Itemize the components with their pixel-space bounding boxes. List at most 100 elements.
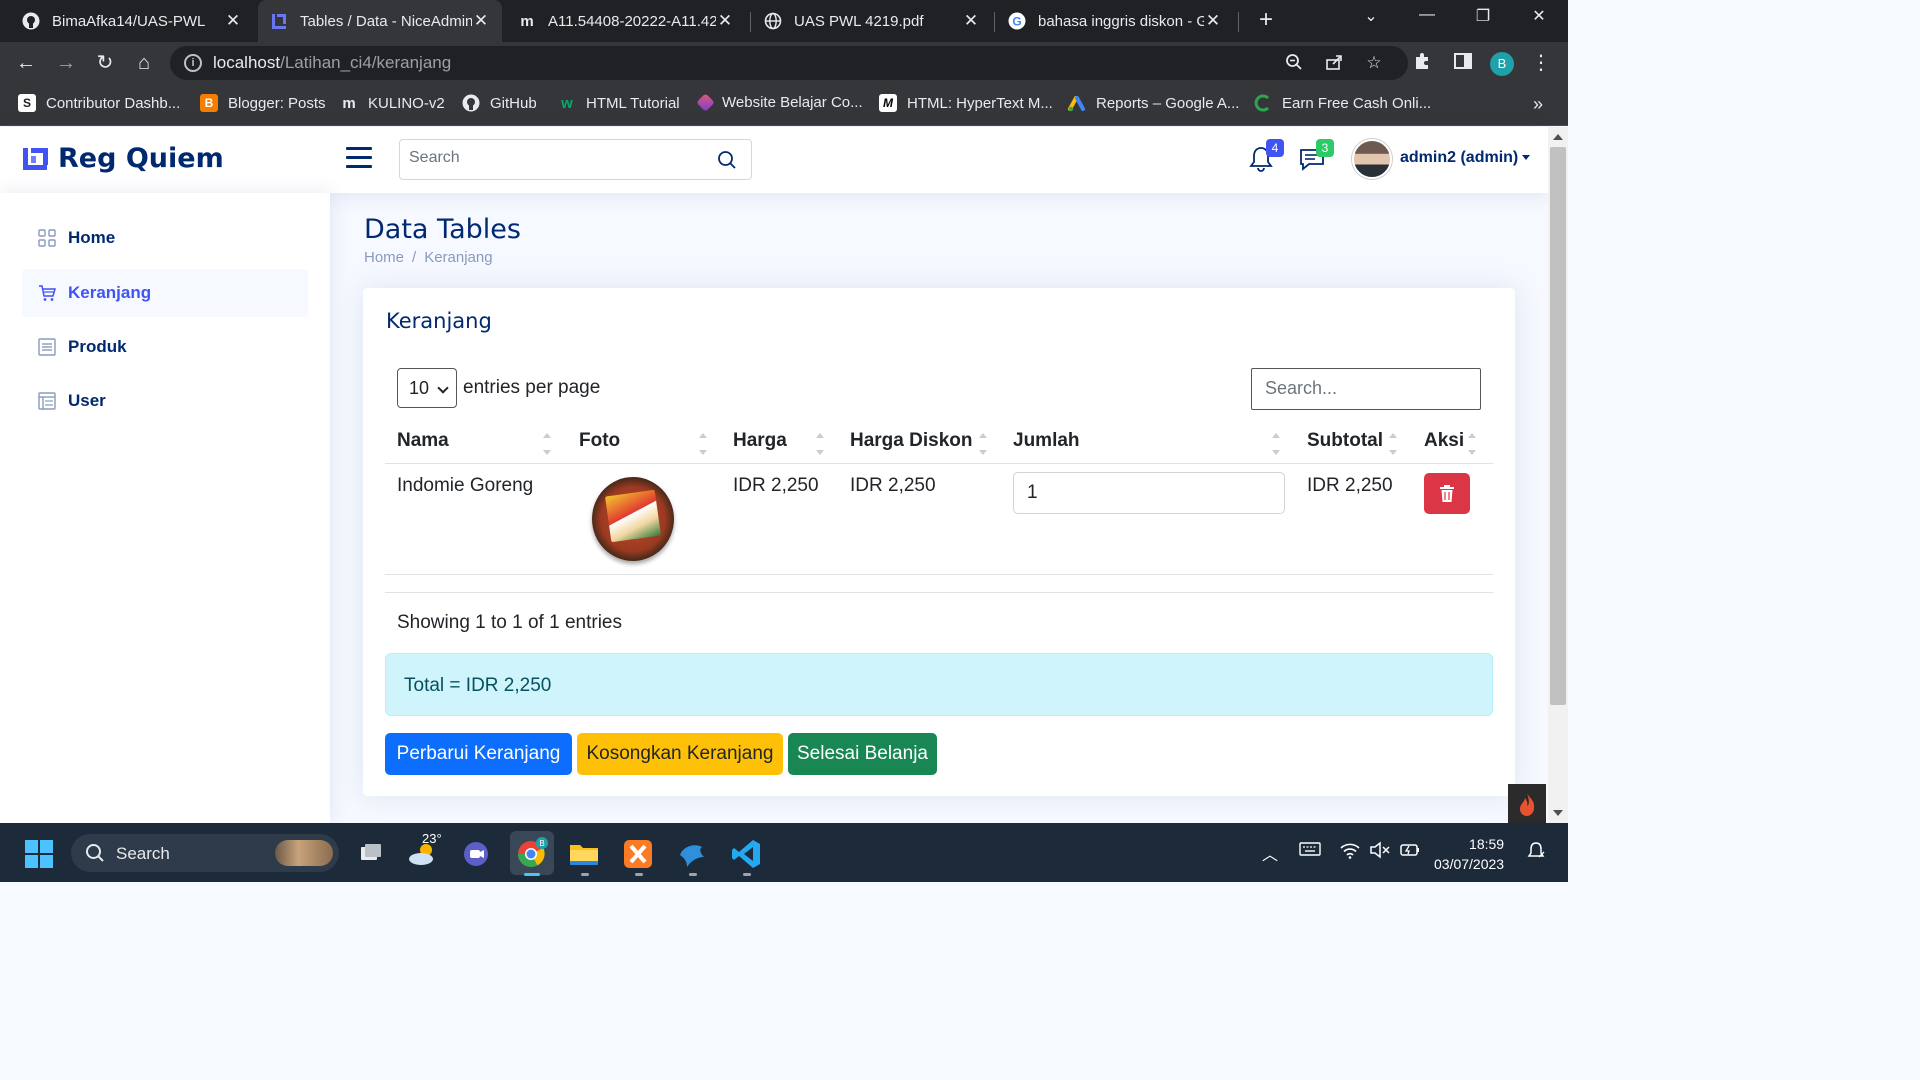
running-indicator <box>581 873 589 876</box>
bookmark-item[interactable]: GitHub <box>462 94 537 112</box>
forward-arrow-icon[interactable]: → <box>54 51 78 75</box>
side-panel-icon[interactable] <box>1451 51 1475 75</box>
close-icon[interactable]: ✕ <box>224 11 242 31</box>
close-icon[interactable]: ✕ <box>716 11 734 31</box>
messages-button[interactable]: 3 <box>1298 139 1334 173</box>
close-icon[interactable]: ✕ <box>472 11 490 31</box>
sort-icon[interactable] <box>816 433 824 455</box>
sidebar-item-user[interactable]: User <box>22 377 308 425</box>
speaker-muted-icon[interactable] <box>1369 841 1391 864</box>
kebab-menu-icon[interactable]: ⋮ <box>1529 51 1553 75</box>
teams-chat-icon[interactable] <box>459 837 493 871</box>
user-dropdown[interactable]: admin2 (admin) <box>1400 149 1531 167</box>
bookmark-item[interactable]: B Blogger: Posts <box>200 94 326 112</box>
chevron-up-icon[interactable]: ︿ <box>1262 841 1278 865</box>
checkout-button[interactable]: Selesai Belanja <box>788 733 937 775</box>
breadcrumb: Home / Keranjang <box>364 249 493 266</box>
profile-avatar[interactable]: B <box>1490 52 1514 76</box>
scroll-down-arrow-icon[interactable] <box>1553 810 1563 816</box>
clear-cart-button[interactable]: Kosongkan Keranjang <box>577 733 783 775</box>
more-bookmarks-chevron[interactable]: » <box>1533 94 1543 115</box>
column-header-nama[interactable]: Nama <box>397 430 449 452</box>
bookmark-item[interactable]: M HTML: HyperText M... <box>879 94 1053 112</box>
site-info-icon[interactable]: i <box>184 54 202 72</box>
close-icon[interactable]: ✕ <box>962 11 980 31</box>
column-header-aksi[interactable]: Aksi <box>1424 430 1464 452</box>
bookmark-item[interactable]: Reports – Google A... <box>1068 94 1239 112</box>
notification-center-icon[interactable] <box>1526 841 1546 866</box>
share-icon[interactable] <box>1324 53 1344 73</box>
fire-icon[interactable] <box>1508 784 1546 824</box>
browser-tab[interactable]: G bahasa inggris diskon - G ✕ <box>996 0 1234 42</box>
restore-icon[interactable]: ❐ <box>1468 6 1498 26</box>
address-bar[interactable]: i localhost/Latihan_ci4/keranjang ☆ <box>170 46 1408 80</box>
bookmark-item[interactable]: S Contributor Dashb... <box>18 94 180 112</box>
bookmark-star-icon[interactable]: ☆ <box>1364 53 1384 73</box>
system-clock[interactable]: 18:59 03/07/2023 <box>1434 834 1504 874</box>
blogger-icon: B <box>200 94 218 112</box>
notifications-badge: 4 <box>1266 139 1284 157</box>
browser-tab[interactable]: UAS PWL 4219.pdf ✕ <box>752 0 992 42</box>
table-row-divider <box>385 574 1493 575</box>
keyboard-icon[interactable] <box>1299 841 1321 862</box>
zoom-icon[interactable] <box>1284 53 1304 73</box>
xampp-icon[interactable] <box>621 837 655 871</box>
update-cart-button[interactable]: Perbarui Keranjang <box>385 733 572 775</box>
taskbar-search[interactable]: Search <box>71 834 339 872</box>
file-explorer-icon[interactable] <box>567 837 601 871</box>
sort-icon[interactable] <box>699 433 707 455</box>
sidebar-item-produk[interactable]: Produk <box>22 323 308 371</box>
sort-icon[interactable] <box>1272 433 1280 455</box>
windows-start-icon[interactable] <box>25 840 53 868</box>
column-header-subtotal[interactable]: Subtotal <box>1307 430 1383 452</box>
sort-icon[interactable] <box>1389 433 1397 455</box>
sort-icon[interactable] <box>543 433 551 455</box>
sort-icon[interactable] <box>1468 433 1476 455</box>
avatar[interactable] <box>1352 139 1392 179</box>
battery-icon[interactable] <box>1399 841 1421 864</box>
trash-icon <box>1440 485 1454 502</box>
quantity-input[interactable]: 1 <box>1013 472 1285 514</box>
reload-icon[interactable]: ↻ <box>93 51 117 75</box>
bookmark-item[interactable]: Earn Free Cash Onli... <box>1254 94 1431 112</box>
column-header-foto[interactable]: Foto <box>579 430 620 452</box>
scroll-up-arrow-icon[interactable] <box>1553 134 1563 140</box>
breadcrumb-home[interactable]: Home <box>364 249 404 266</box>
chrome-icon[interactable]: B <box>510 831 554 875</box>
browser-tab-active[interactable]: Tables / Data - NiceAdmin ✕ <box>258 0 502 42</box>
home-icon[interactable]: ⌂ <box>132 51 156 75</box>
page-scrollbar[interactable] <box>1548 127 1568 823</box>
scroll-thumb[interactable] <box>1550 147 1566 705</box>
hamburger-menu-icon[interactable] <box>346 147 372 169</box>
dolphin-icon[interactable] <box>675 837 709 871</box>
back-arrow-icon[interactable]: ← <box>14 51 38 75</box>
per-page-select[interactable]: 10 <box>397 368 457 408</box>
new-tab-plus-icon[interactable]: + <box>1254 6 1278 36</box>
search-icon[interactable] <box>717 150 737 170</box>
vscode-icon[interactable] <box>729 837 763 871</box>
header-search-input[interactable] <box>409 149 699 167</box>
minimize-icon[interactable]: — <box>1412 6 1442 24</box>
bookmark-item[interactable]: w HTML Tutorial <box>558 94 679 112</box>
notifications-button[interactable]: 4 <box>1248 139 1284 173</box>
wifi-icon[interactable] <box>1339 841 1361 864</box>
tab-search-chevron-icon[interactable]: ⌄ <box>1356 6 1386 26</box>
sidebar-item-keranjang[interactable]: Keranjang <box>22 269 308 317</box>
logo[interactable]: Reg Quiem <box>22 143 224 174</box>
column-header-harga[interactable]: Harga <box>733 430 787 452</box>
sort-icon[interactable] <box>979 433 987 455</box>
logo-text: Reg Quiem <box>58 143 224 174</box>
close-icon[interactable]: ✕ <box>1204 11 1222 31</box>
extensions-puzzle-icon[interactable] <box>1411 51 1435 75</box>
browser-tab[interactable]: m A11.54408-20222-A11.42 ✕ <box>506 0 746 42</box>
table-search-input[interactable] <box>1265 378 1465 399</box>
column-header-harga-diskon[interactable]: Harga Diskon <box>850 430 972 452</box>
window-close-icon[interactable]: ✕ <box>1524 6 1554 26</box>
browser-tab[interactable]: BimaAfka14/UAS-PWL ✕ <box>10 0 254 42</box>
bookmark-item[interactable]: Website Belajar Co... <box>696 93 863 112</box>
sidebar-item-home[interactable]: Home <box>22 214 308 262</box>
column-header-jumlah[interactable]: Jumlah <box>1013 430 1080 452</box>
task-view-icon[interactable] <box>354 837 388 871</box>
bookmark-item[interactable]: m KULINO-v2 <box>340 94 444 112</box>
delete-item-button[interactable] <box>1424 473 1470 514</box>
